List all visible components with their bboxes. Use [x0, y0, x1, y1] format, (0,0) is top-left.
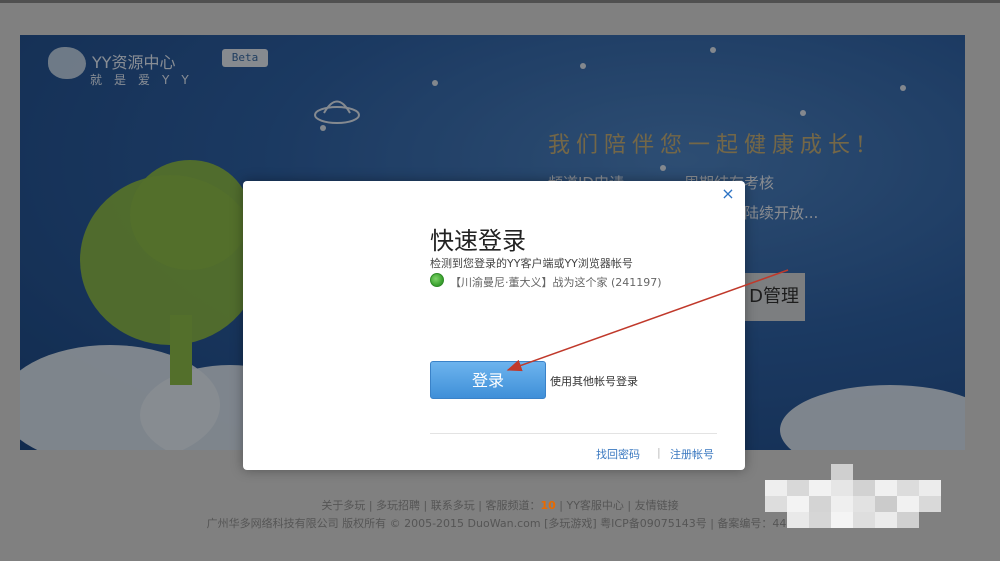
dialog-description: 检测到您登录的YY客户端或YY浏览器帐号: [430, 257, 633, 270]
divider: [430, 433, 717, 434]
quick-login-dialog: × 快速登录 检测到您登录的YY客户端或YY浏览器帐号 【川渝曼尼·董大义】战为…: [243, 181, 745, 470]
footer-links-pre[interactable]: 关于多玩 | 多玩招聘 | 联系多玩 | 客服频道：: [321, 499, 540, 512]
service-channel-number[interactable]: 10: [540, 499, 555, 512]
find-password-link[interactable]: 找回密码: [596, 446, 640, 462]
register-link[interactable]: 注册帐号: [670, 446, 714, 462]
login-button[interactable]: 登录: [430, 361, 546, 399]
account-label: 【川渝曼尼·董大义】战为这个家 (241197): [450, 276, 662, 289]
mosaic-blur: [765, 460, 945, 550]
radio-selected-icon[interactable]: [430, 273, 444, 287]
dialog-title: 快速登录: [430, 227, 526, 255]
footer-links-post[interactable]: | YY客服中心 | 友情链接: [556, 499, 678, 512]
link-separator: |: [657, 446, 661, 459]
close-icon[interactable]: ×: [719, 185, 737, 203]
other-account-login-link[interactable]: 使用其他帐号登录: [550, 373, 638, 389]
